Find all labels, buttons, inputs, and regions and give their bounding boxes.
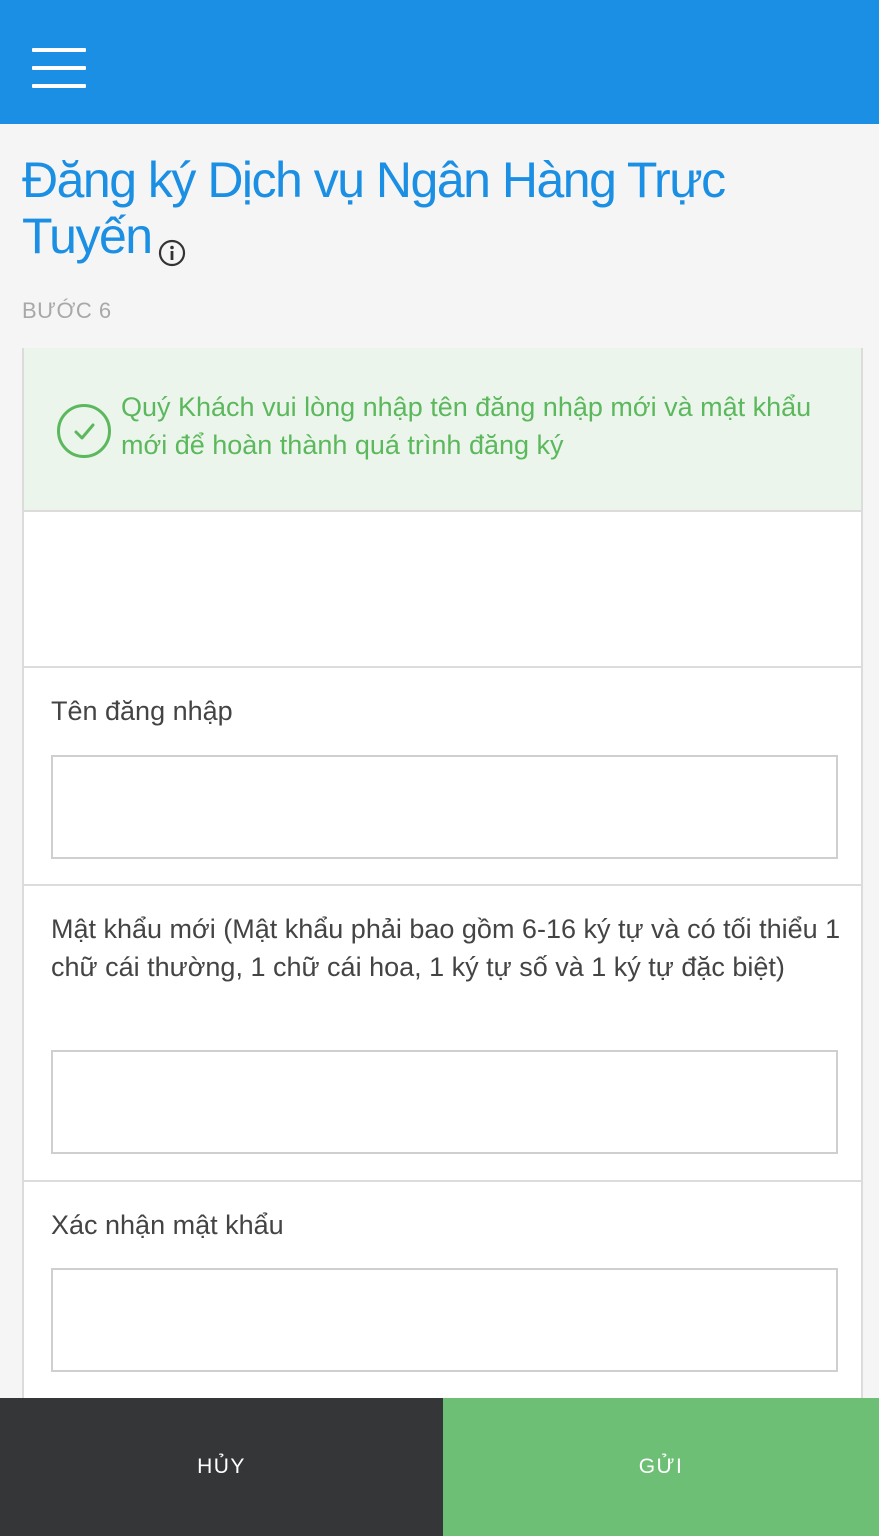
confirm-password-input[interactable] [51,1268,838,1372]
info-notice: Quý Khách vui lòng nhập tên đăng nhập mớ… [24,348,861,512]
confirm-password-field-group: Xác nhận mật khẩu [24,1182,861,1408]
notice-message: Quý Khách vui lòng nhập tên đăng nhập mớ… [121,392,812,460]
submit-button[interactable]: GỬI [443,1398,879,1536]
new-password-field-group: Mật khẩu mới (Mật khẩu phải bao gồm 6-16… [24,886,861,1182]
menu-line [32,66,86,70]
step-indicator: BƯỚC 6 [22,298,112,323]
hamburger-menu-icon[interactable] [32,48,86,90]
menu-line [32,48,86,52]
check-circle-icon [57,404,111,458]
info-circle-icon[interactable] [158,222,186,266]
menu-line [32,84,86,88]
username-input[interactable] [51,755,838,859]
confirm-password-label: Xác nhận mật khẩu [51,1210,284,1240]
registration-form-card: Quý Khách vui lòng nhập tên đăng nhập mớ… [22,348,863,1408]
page-title: Đăng ký Dịch vụ Ngân Hàng Trực Tuyến [22,152,842,266]
cancel-button[interactable]: HỦY [0,1398,443,1536]
new-password-input[interactable] [51,1050,838,1154]
username-label: Tên đăng nhập [51,696,233,726]
footer-action-bar: HỦY GỬI [0,1398,879,1536]
top-app-bar [0,0,879,124]
empty-section [24,512,861,668]
username-field-group: Tên đăng nhập [24,668,861,886]
page-title-text: Đăng ký Dịch vụ Ngân Hàng Trực Tuyến [22,152,726,264]
new-password-label: Mật khẩu mới (Mật khẩu phải bao gồm 6-16… [51,914,841,982]
